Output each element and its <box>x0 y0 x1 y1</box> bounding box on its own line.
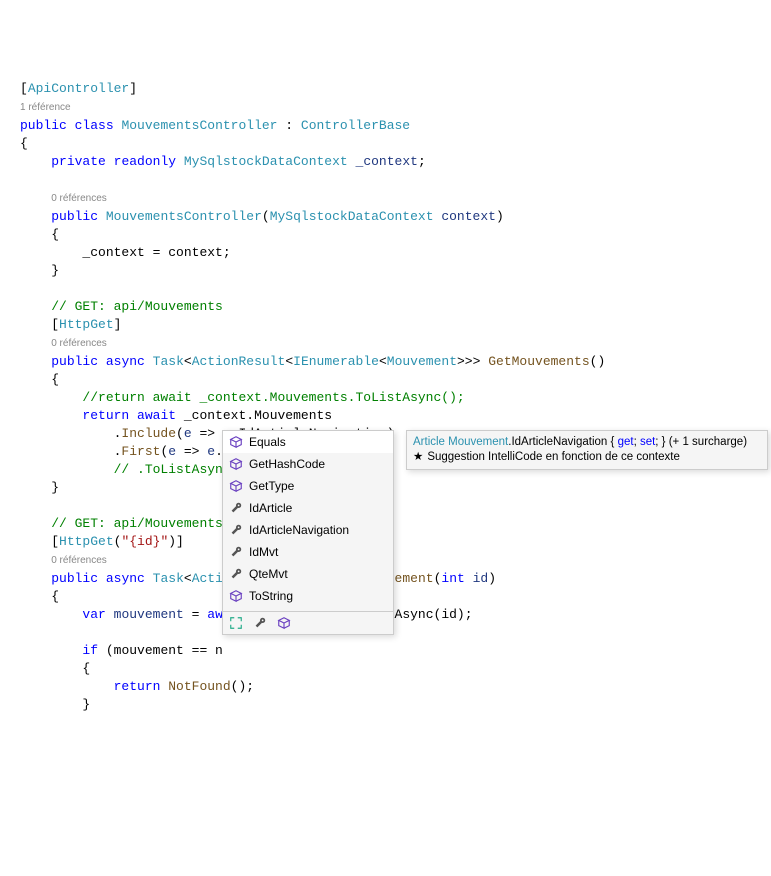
intellisense-item[interactable]: QteMvt <box>223 563 393 585</box>
code-editor[interactable]: [ApiController] 1 référence public class… <box>20 80 771 714</box>
wrench-icon <box>229 545 243 559</box>
cube-icon <box>229 479 243 493</box>
intellisense-list[interactable]: Equals GetHashCode GetType IdArticle IdA… <box>223 431 393 611</box>
intellisense-popup[interactable]: Equals GetHashCode GetType IdArticle IdA… <box>222 430 394 635</box>
intellisense-item[interactable]: IdMvt <box>223 541 393 563</box>
signature-tooltip: Article Mouvement.IdArticleNavigation { … <box>406 430 768 470</box>
intellisense-item[interactable]: GetHashCode <box>223 453 393 475</box>
codelens[interactable]: 1 référence <box>20 102 71 113</box>
codelens[interactable]: 0 références <box>51 193 107 204</box>
intellisense-item[interactable]: IdArticle <box>223 497 393 519</box>
codelens[interactable]: 0 références <box>51 338 107 349</box>
cube-icon <box>229 435 243 449</box>
wrench-icon <box>229 567 243 581</box>
wrench-icon[interactable] <box>253 616 267 630</box>
expand-icon[interactable] <box>229 616 243 630</box>
cube-icon <box>229 589 243 603</box>
cube-icon <box>229 457 243 471</box>
intellisense-item[interactable]: ToString <box>223 585 393 607</box>
wrench-icon <box>229 523 243 537</box>
intellisense-item[interactable]: GetType <box>223 475 393 497</box>
star-icon: ★ <box>413 451 423 463</box>
attribute: ApiController <box>28 81 129 96</box>
intellisense-item[interactable]: IdArticleNavigation <box>223 519 393 541</box>
cube-icon[interactable] <box>277 616 291 630</box>
codelens[interactable]: 0 références <box>51 555 107 566</box>
wrench-icon <box>229 501 243 515</box>
intellisense-item[interactable]: Equals <box>223 431 393 453</box>
intellisense-toolbar <box>223 611 393 634</box>
